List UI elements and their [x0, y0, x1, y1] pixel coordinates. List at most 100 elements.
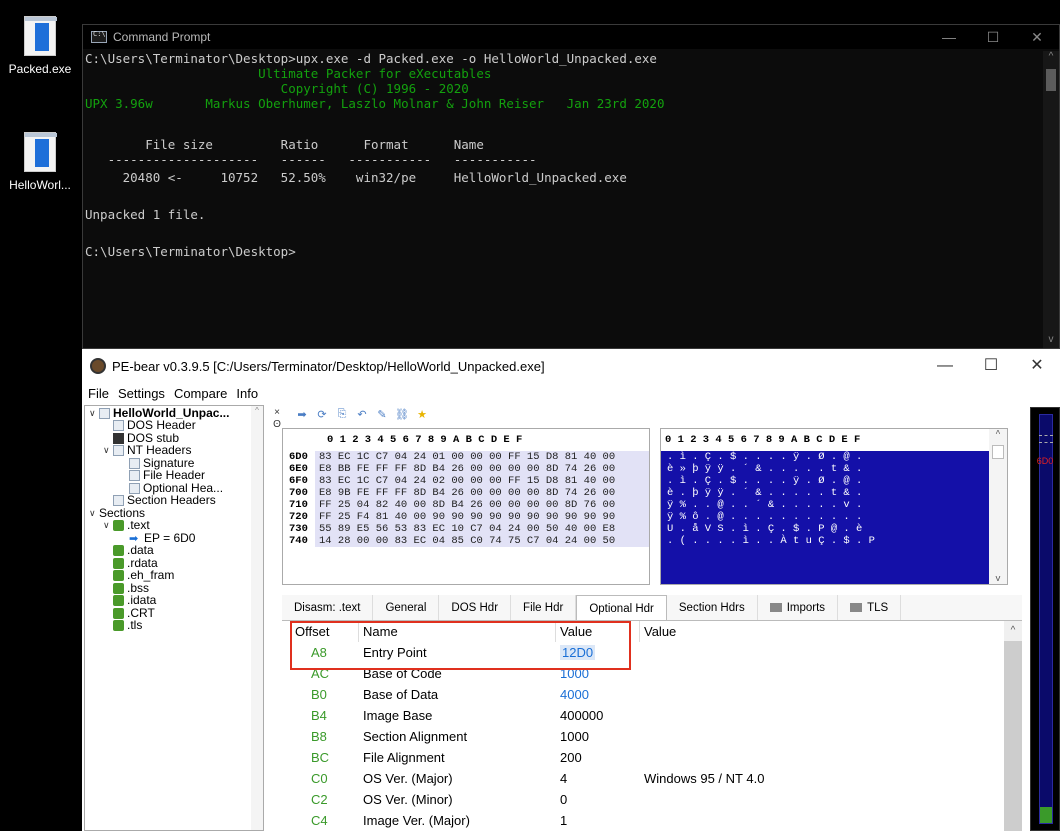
pe-tree[interactable]: ^ ∨ HelloWorld_Unpac... DOS Header DOS stub… — [84, 405, 264, 831]
table-row[interactable]: B0 Base of Data 4000 — [287, 684, 1021, 705]
hex-bytes[interactable]: FF 25 F4 81 40 00 90 90 90 90 90 90 90 9… — [315, 511, 649, 523]
pebear-titlebar[interactable]: PE-bear v0.3.9.5 [C:/Users/Terminator/De… — [82, 349, 1060, 383]
tree-item[interactable]: .idata — [103, 594, 156, 607]
chevron-up-icon[interactable]: ^ — [251, 406, 263, 415]
tab-dos-hdr[interactable]: DOS Hdr — [439, 595, 512, 620]
tab-disasm-text[interactable]: Disasm: .text — [282, 595, 374, 620]
table-row[interactable]: B4 Image Base 400000 — [287, 705, 1021, 726]
undo-icon[interactable]: ↶ — [352, 408, 372, 421]
close-panel-icon[interactable]: × — [270, 407, 284, 419]
close-button[interactable]: ✕ — [1014, 349, 1060, 383]
chevron-down-icon[interactable]: v — [989, 574, 1007, 584]
hex-bytes[interactable]: 14 28 00 00 83 EC 04 85 C0 74 75 C7 04 2… — [315, 535, 649, 547]
tree-item-label: Section Headers — [127, 493, 216, 507]
hex-view[interactable]: 0 1 2 3 4 5 6 7 8 9 A B C D E F 6D0 83 EC… — [282, 428, 650, 585]
link-icon[interactable]: ⛓ — [392, 408, 412, 421]
tree-item[interactable]: File Header — [119, 469, 205, 482]
ascii-row[interactable]: U . å V S . ì . Ç . $ . P @ . è — [661, 523, 1007, 535]
chevron-down-icon[interactable]: v — [1043, 334, 1059, 348]
close-button[interactable]: ✕ — [1015, 25, 1059, 49]
table-scrollbar[interactable]: ^ — [1004, 621, 1022, 831]
star-icon[interactable]: ★ — [412, 408, 432, 421]
ascii-row[interactable]: è . þ ÿ ÿ . ´ & . . . . . t & . — [661, 487, 1007, 499]
ascii-row[interactable]: . ( . . . . ì . . À t u Ç . $ . P — [661, 535, 1007, 547]
command-prompt-window[interactable]: Command Prompt — ☐ ✕ C:\Users\Terminator… — [82, 24, 1060, 349]
expand-chevron-icon[interactable]: ∨ — [89, 407, 99, 420]
hex-row[interactable]: 740 14 28 00 00 83 EC 04 85 C0 74 75 C7 0… — [283, 535, 649, 547]
scrollbar-thumb[interactable] — [1046, 69, 1056, 91]
table-row[interactable]: BC File Alignment 200 — [287, 747, 1021, 768]
tab-file-hdr[interactable]: File Hdr — [511, 595, 577, 620]
pin-icon[interactable]: ✎ — [372, 408, 392, 421]
cell-value-desc — [640, 705, 1021, 726]
hex-bytes[interactable]: E8 9B FE FF FF 8D B4 26 00 00 00 00 8D 7… — [315, 487, 649, 499]
tab-tls[interactable]: TLS — [838, 595, 902, 620]
hex-scrollbar[interactable]: ^ v — [989, 429, 1007, 584]
hex-bytes[interactable]: FF 25 04 82 40 00 8D B4 26 00 00 00 00 8… — [315, 499, 649, 511]
tab-imports[interactable]: Imports — [758, 595, 839, 620]
expand-chevron-icon[interactable]: ∨ — [103, 519, 113, 532]
expand-chevron-icon[interactable]: ∨ — [89, 507, 99, 520]
tab-section-hdrs[interactable]: Section Hdrs — [667, 595, 758, 620]
tree-item[interactable]: .tls — [103, 619, 142, 632]
hex-bytes[interactable]: E8 BB FE FF FF 8D B4 26 00 00 00 00 8D 7… — [315, 463, 649, 475]
menu-file[interactable]: File — [88, 386, 109, 401]
ascii-row[interactable]: . ì . Ç . $ . . . . ÿ . Ø . @ . — [661, 451, 1007, 463]
chevron-up-icon[interactable]: ^ — [1004, 621, 1022, 636]
table-row[interactable]: C0 OS Ver. (Major) 4 Windows 95 / NT 4.0 — [287, 768, 1021, 789]
menu-compare[interactable]: Compare — [174, 386, 227, 401]
ascii-row[interactable]: ÿ % ô . @ . . . . . . . . . . . — [661, 511, 1007, 523]
scrollbar-thumb[interactable] — [1004, 641, 1022, 831]
tree-item[interactable]: ∨ NT Headers — [103, 444, 191, 457]
tab-optional-hdr[interactable]: Optional Hdr — [576, 595, 667, 620]
desktop-icon-helloworld[interactable]: HelloWorl... — [0, 132, 80, 192]
tree-item[interactable]: .data — [103, 544, 154, 557]
hex-row[interactable]: 6E0 E8 BB FE FF FF 8D B4 26 00 00 00 00 8… — [283, 463, 649, 475]
table-row[interactable]: C2 OS Ver. (Minor) 0 — [287, 789, 1021, 810]
tree-item[interactable]: Section Headers — [103, 494, 216, 507]
tree-scrollbar[interactable]: ^ — [251, 406, 263, 830]
minimize-button[interactable]: — — [922, 349, 968, 383]
maximize-button[interactable]: ☐ — [968, 349, 1014, 383]
hex-row[interactable]: 700 E8 9B FE FF FF 8D B4 26 00 00 00 00 8… — [283, 487, 649, 499]
pebear-window[interactable]: PE-bear v0.3.9.5 [C:/Users/Terminator/De… — [82, 349, 1060, 831]
section-icon — [113, 619, 124, 631]
cell-value: 0 — [556, 789, 640, 810]
hex-bytes[interactable]: 83 EC 1C C7 04 24 02 00 00 00 FF 15 D8 8… — [315, 475, 649, 487]
menu-settings[interactable]: Settings — [118, 386, 165, 401]
desktop-icon-packed[interactable]: Packed.exe — [0, 16, 80, 76]
ascii-row[interactable]: . ì . Ç . $ . . . . ÿ . Ø . @ . — [661, 475, 1007, 487]
column-value-desc[interactable]: Value — [640, 621, 1021, 642]
refresh-icon[interactable]: ⟳ — [312, 408, 332, 421]
hex-row[interactable]: 720 FF 25 F4 81 40 00 90 90 90 90 90 90 9… — [283, 511, 649, 523]
hex-row[interactable]: 6D0 83 EC 1C C7 04 24 01 00 00 00 FF 15 D… — [283, 451, 649, 463]
hex-row[interactable]: 710 FF 25 04 82 40 00 8D B4 26 00 00 00 0… — [283, 499, 649, 511]
chevron-up-icon[interactable]: ^ — [989, 429, 1007, 439]
menu-info[interactable]: Info — [236, 386, 258, 401]
ascii-row[interactable]: ÿ % . . @ . . ´ & . . . . . v . — [661, 499, 1007, 511]
ascii-row[interactable]: è » þ ÿ ÿ . ´ & . . . . . t & . — [661, 463, 1007, 475]
ascii-view[interactable]: 0 1 2 3 4 5 6 7 8 9 A B C D E F . ì . Ç … — [660, 428, 1008, 585]
minimize-button[interactable]: — — [927, 25, 971, 49]
tree-item[interactable]: DOS Header — [103, 419, 196, 432]
tree-item[interactable]: .eh_fram — [103, 569, 174, 582]
cell-name: Section Alignment — [359, 726, 556, 747]
hex-row[interactable]: 730 55 89 E5 56 53 83 EC 10 C7 04 24 00 5… — [283, 523, 649, 535]
scrollbar-thumb[interactable] — [992, 445, 1004, 459]
cmd-titlebar[interactable]: Command Prompt — [83, 25, 1059, 49]
save-icon[interactable]: ⎘ — [332, 408, 352, 421]
table-row[interactable]: B8 Section Alignment 1000 — [287, 726, 1021, 747]
hex-row[interactable]: 6F0 83 EC 1C C7 04 24 02 00 00 00 FF 15 D… — [283, 475, 649, 487]
expand-chevron-icon[interactable]: ∨ — [103, 444, 113, 457]
maximize-button[interactable]: ☐ — [971, 25, 1015, 49]
hex-bytes[interactable]: 55 89 E5 56 53 83 EC 10 C7 04 24 00 50 4… — [315, 523, 649, 535]
tree-item[interactable]: ∨ .text — [103, 519, 150, 532]
cmd-scrollbar[interactable]: ^ v — [1043, 51, 1059, 348]
chevron-up-icon[interactable]: ^ — [1043, 51, 1059, 65]
hex-bytes[interactable]: 83 EC 1C C7 04 24 01 00 00 00 FF 15 D8 8… — [315, 451, 649, 463]
table-row[interactable]: C4 Image Ver. (Major) 1 — [287, 810, 1021, 831]
cmd-output[interactable]: C:\Users\Terminator\Desktop>upx.exe -d P… — [85, 51, 1041, 348]
tab-general[interactable]: General — [373, 595, 440, 620]
arrow-right-icon[interactable]: ➡ — [292, 408, 312, 421]
file-overview-strip[interactable]: 6D0 — [1030, 407, 1060, 831]
